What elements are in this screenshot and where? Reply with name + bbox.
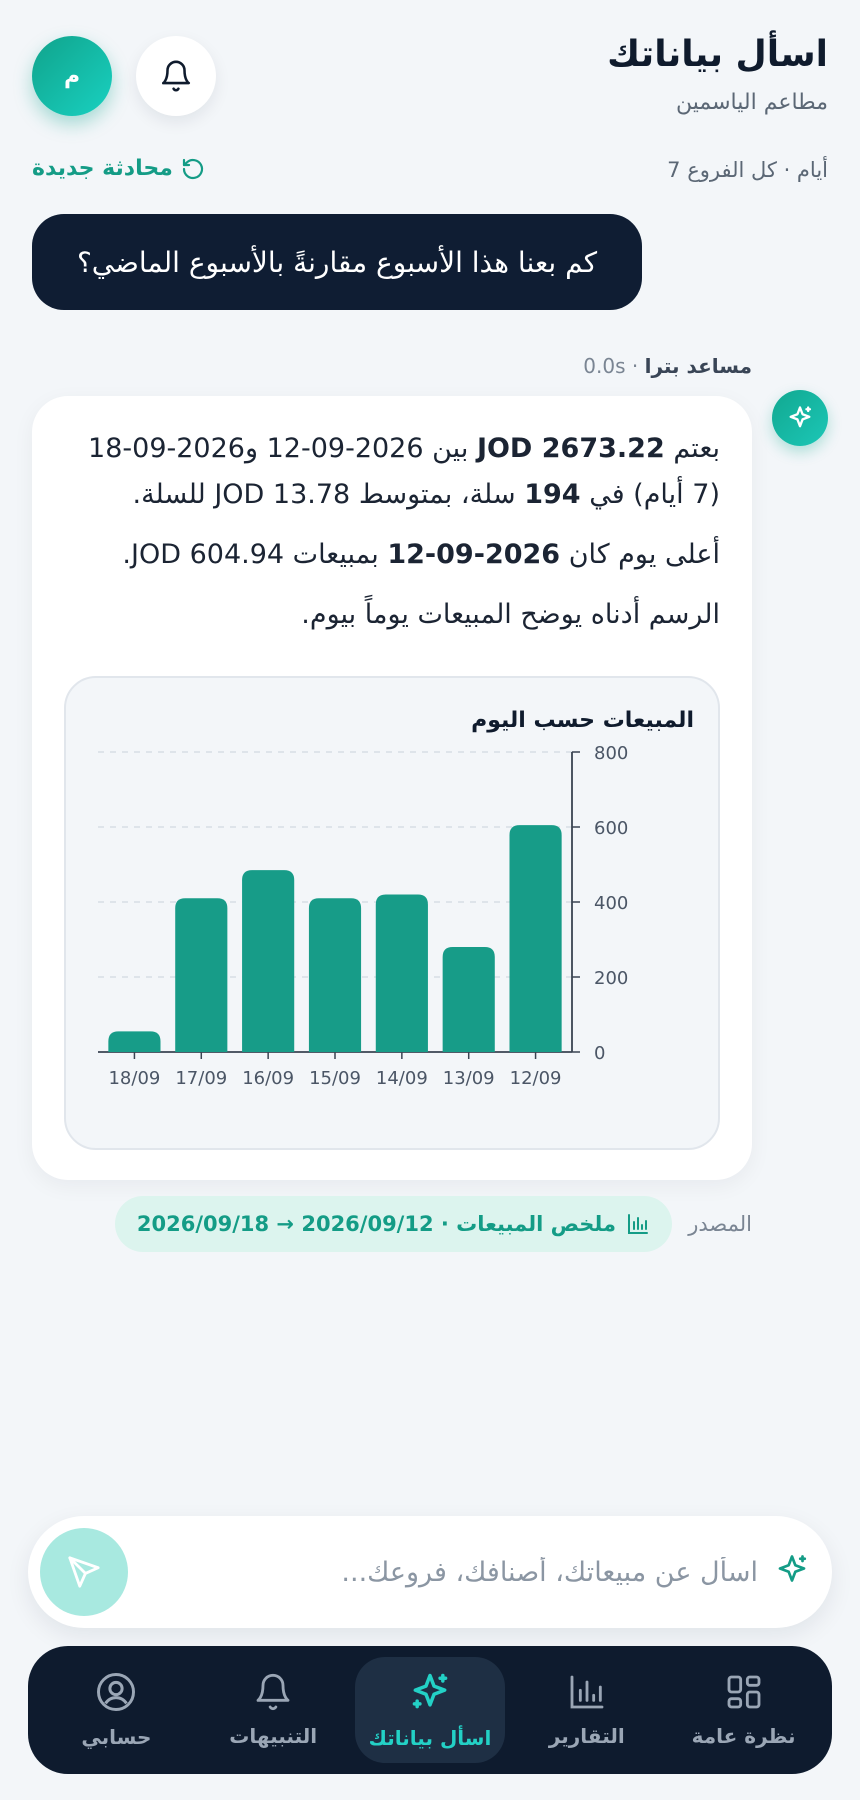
send-icon: [68, 1556, 100, 1588]
new-chat-label: محادثة جديدة: [32, 156, 173, 181]
summary-text-a: بعتم: [673, 433, 720, 464]
assistant-message-text: بعتم JOD 2673.22 بين 2026-09-12 و2026-09…: [60, 426, 720, 652]
sparkle-icon: [789, 406, 812, 428]
bar-15-09: [308, 898, 362, 1052]
grid-icon: [727, 1675, 760, 1709]
refresh-icon: [182, 158, 203, 179]
x-tick-label: 16/09: [242, 1068, 294, 1089]
nav-label: حسابي: [81, 1725, 152, 1749]
page-title: اسأل بياناتك: [607, 34, 828, 75]
send-button[interactable]: [40, 1528, 128, 1616]
y-tick-label: 400: [594, 893, 628, 914]
x-tick-label: 14/09: [376, 1068, 428, 1089]
sales-bar-chart: 0 200 400 600 800 18/09 17/09 16/09 15/09 14/09 13…: [98, 743, 628, 1089]
nav-label: التقارير: [548, 1724, 625, 1748]
x-tick-label: 13/09: [443, 1068, 495, 1089]
nav-account[interactable]: حسابي: [41, 1657, 191, 1763]
basket-count-value: 194: [524, 478, 581, 510]
avatar[interactable]: م: [32, 36, 112, 116]
nav-label: نظرة عامة: [691, 1724, 796, 1748]
top-day-text-b: بمبيعات JOD 604.94.: [122, 538, 379, 570]
assistant-name: مساعد بترا: [644, 354, 752, 378]
top-day-text-a: أعلى يوم كان: [568, 538, 720, 570]
bar-16-09: [242, 870, 295, 1052]
summary-paragraph: بعتم JOD 2673.22 بين 2026-09-12 و2026-09…: [60, 426, 720, 518]
x-tick-label: 17/09: [175, 1068, 227, 1089]
chat-input-bar: [28, 1516, 832, 1628]
assistant-latency: 0.0s: [583, 354, 626, 378]
chat-input[interactable]: [198, 1546, 758, 1598]
assistant-message-card: بعتم JOD 2673.22 بين 2026-09-12 و2026-09…: [32, 396, 752, 1180]
nav-label: اسأل بياناتك: [368, 1726, 492, 1750]
nav-reports[interactable]: التقارير: [512, 1657, 662, 1763]
new-chat-button[interactable]: محادثة جديدة: [32, 156, 205, 181]
assistant-meta: مساعد بترا · 0.0s: [583, 354, 752, 378]
scope-filter-label[interactable]: 7 أيام · كل الفروع: [667, 158, 828, 182]
y-tick-label: 800: [594, 743, 628, 764]
chart-intro-paragraph: الرسم أدناه يوضح المبيعات يوماً بيوم.: [301, 598, 720, 630]
notifications-button[interactable]: [136, 36, 216, 116]
assistant-avatar: [772, 390, 828, 446]
sparkle-icon: [778, 1555, 807, 1582]
bell-icon: [161, 60, 191, 92]
avatar-initial: م: [63, 63, 81, 89]
y-tick-label: 200: [594, 968, 628, 989]
bar-13-09: [442, 947, 495, 1052]
page-subtitle: مطاعم الياسمين: [676, 90, 828, 115]
nav-label: التنبيهات: [229, 1724, 318, 1748]
bar-18-09: [108, 1031, 161, 1052]
bell-icon: [256, 1673, 290, 1711]
x-tick-label: 18/09: [108, 1068, 160, 1089]
user-message-text: كم بعنا هذا الأسبوع مقارنةً بالأسبوع الم…: [76, 245, 598, 279]
bar-12-09: [509, 825, 562, 1052]
x-tick-label: 12/09: [510, 1068, 562, 1089]
top-day-date: 2026-09-12: [387, 538, 561, 570]
bar-14-09: [375, 894, 428, 1052]
user-circle-icon: [97, 1673, 136, 1711]
top-day-paragraph: أعلى يوم كان 2026-09-12 بمبيعات JOD 604.…: [60, 532, 720, 578]
bar-chart-icon: [570, 1675, 604, 1709]
nav-overview[interactable]: نظرة عامة: [669, 1657, 819, 1763]
y-tick-label: 600: [594, 818, 628, 839]
meta-separator: ·: [625, 354, 639, 378]
nav-alerts[interactable]: التنبيهات: [198, 1657, 348, 1763]
bar-17-09: [175, 898, 228, 1052]
user-message-bubble: كم بعنا هذا الأسبوع مقارنةً بالأسبوع الم…: [32, 214, 642, 310]
summary-text-c: سلة، بمتوسط JOD 13.78 للسلة.: [132, 478, 516, 510]
ask-data-screen: اسأل بياناتك مطاعم الياسمين م 7 أيام · ك…: [0, 0, 860, 1800]
bar-chart-icon: [628, 1214, 648, 1234]
total-sales-value: JOD 2673.22: [476, 433, 665, 464]
sparkle-icon: [412, 1673, 448, 1709]
sales-chart-card: المبيعات حسب اليوم 0 200 400 600 800 18/09 17/…: [64, 676, 720, 1150]
y-tick-label: 0: [594, 1043, 605, 1064]
source-chip-text: ملخص المبيعات · 2026/09/12 → 2026/09/18: [136, 1212, 616, 1236]
source-chip[interactable]: ملخص المبيعات · 2026/09/12 → 2026/09/18: [114, 1196, 672, 1252]
bottom-navigation: نظرة عامة التقارير اسأل بياناتك التنبيها…: [28, 1646, 832, 1774]
source-label: المصدر: [688, 1212, 752, 1236]
x-tick-label: 15/09: [309, 1068, 361, 1089]
nav-ask-data[interactable]: اسأل بياناتك: [354, 1657, 505, 1763]
